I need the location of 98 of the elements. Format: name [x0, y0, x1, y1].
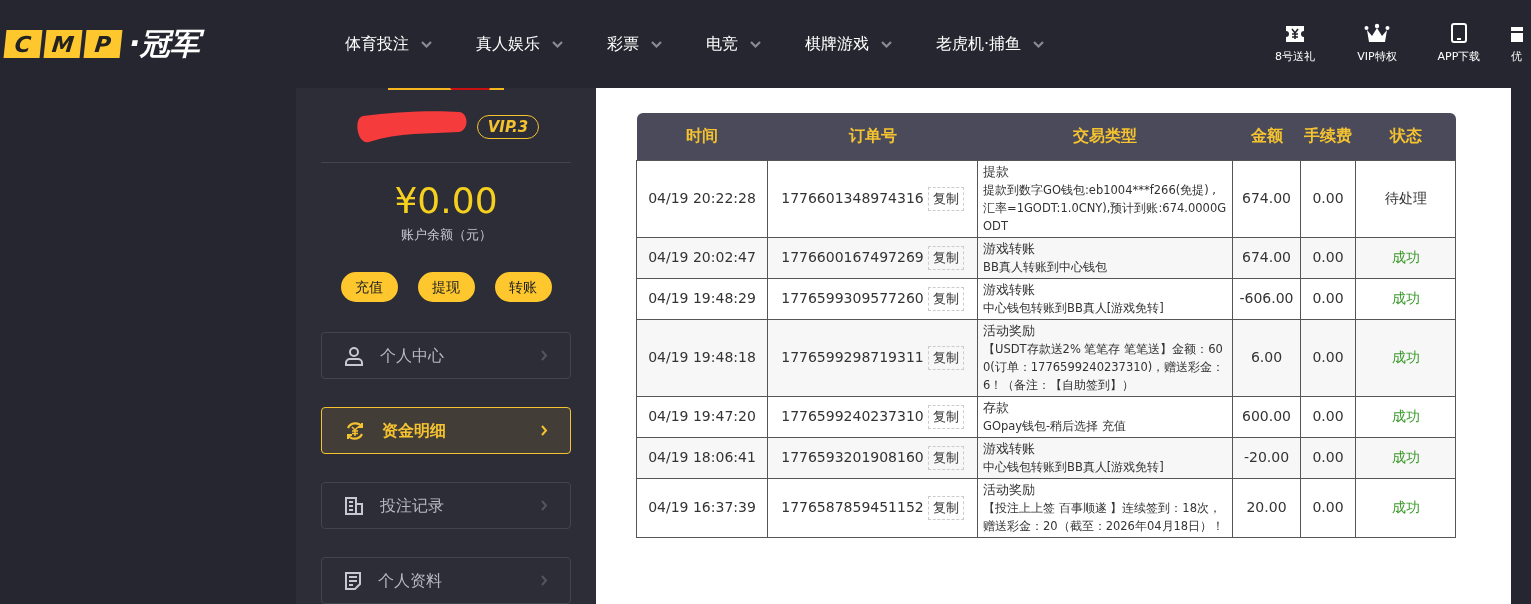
transaction-type: 活动奖励	[983, 321, 1036, 340]
status-text: 成功	[1391, 499, 1420, 515]
tablet-icon	[1451, 22, 1467, 43]
crown-icon	[1364, 22, 1390, 43]
transaction-detail: BB真人转账到中心钱包	[983, 258, 1108, 276]
order-number: 1776599298719311	[781, 348, 924, 367]
shortcut-link[interactable]: 优	[1511, 22, 1531, 66]
table-cell: 04/19 19:47:20	[636, 396, 768, 437]
table-cell: 04/19 16:37:39	[636, 478, 768, 537]
table-cell: 0.00	[1300, 237, 1356, 278]
order-number: 1776601348974316	[781, 189, 924, 208]
order-number: 1776593201908160	[781, 448, 924, 467]
status-text: 成功	[1391, 449, 1420, 465]
order-number: 1776587859451152	[781, 498, 924, 517]
yen-ticket-icon	[1285, 24, 1305, 43]
sidebar-menu-item[interactable]: 个人中心	[321, 332, 571, 379]
chevron-right-icon	[541, 350, 548, 361]
sidebar-menu-item[interactable]: 个人资料	[321, 557, 571, 604]
table-cell: 0.00	[1300, 396, 1356, 437]
balance-amount: ¥0.00	[394, 178, 498, 223]
caret-icon	[421, 40, 432, 48]
table-cell: 20.00	[1232, 478, 1301, 537]
table-cell: -20.00	[1232, 437, 1301, 478]
copy-button[interactable]: 复制	[927, 286, 964, 311]
transaction-type: 游戏转账	[983, 439, 1036, 458]
table-cell: 04/19 20:22:28	[636, 160, 768, 237]
caret-icon	[881, 40, 892, 48]
shortcut-link[interactable]: VIP特权	[1347, 22, 1407, 66]
table-cell: 04/19 19:48:18	[636, 319, 768, 396]
table-cell: 0.00	[1300, 319, 1356, 396]
caret-icon	[552, 40, 563, 48]
shortcut-link[interactable]: 8号送礼	[1265, 24, 1325, 66]
order-number: 1776600167497269	[781, 248, 924, 267]
table-cell: 04/19 19:48:29	[636, 278, 768, 319]
transaction-detail: 【USDT存款送2% 笔笔存 笔笔送】金额：600(订单：1776599240237310)，赠送彩金：6！（备注：【自助签到】）	[983, 340, 1226, 394]
nav-menu-item[interactable]: 棋牌游戏	[805, 32, 892, 56]
transaction-type: 游戏转账	[983, 239, 1036, 258]
nav-menu-item[interactable]: 老虎机·捕鱼	[936, 32, 1045, 56]
column-header: 手续费	[1300, 113, 1356, 160]
transaction-type: 存款	[983, 398, 1010, 417]
status-text: 成功	[1391, 249, 1420, 265]
transaction-detail: GOpay钱包-稍后选择 充值	[983, 417, 1127, 435]
order-number: 1776599309577260	[781, 289, 924, 308]
column-header: 订单号	[767, 113, 978, 160]
status-text: 成功	[1391, 349, 1420, 365]
table-cell: 0.00	[1300, 478, 1356, 537]
nav-menu-item[interactable]: 电竞	[706, 32, 761, 56]
table-cell: 6.00	[1232, 319, 1301, 396]
column-header: 时间	[636, 113, 768, 160]
table-cell: 674.00	[1232, 237, 1301, 278]
transaction-type: 提款	[983, 162, 1010, 181]
caret-icon	[651, 40, 662, 48]
nav-menu-item[interactable]: 真人娱乐	[476, 32, 563, 56]
document-icon	[344, 495, 364, 516]
caret-icon	[750, 40, 761, 48]
transaction-type: 活动奖励	[983, 480, 1036, 499]
copy-button[interactable]: 复制	[927, 186, 964, 211]
chevron-right-icon	[541, 500, 548, 511]
column-header: 金额	[1232, 113, 1301, 160]
yen-cycle-icon	[344, 419, 366, 442]
shortcut-link[interactable]: APP下载	[1429, 22, 1489, 66]
chevron-right-icon	[541, 425, 548, 436]
transaction-detail: 提款到数字GO钱包:eb1004***f266(免提) ,汇率=1GODT:1.0CNY),预计到账:674.0000GODT	[983, 181, 1227, 235]
copy-button[interactable]: 复制	[927, 445, 964, 470]
action-button[interactable]: 充值	[340, 272, 398, 302]
transaction-type: 游戏转账	[983, 280, 1036, 299]
caret-icon	[1033, 40, 1045, 48]
order-number: 1776599240237310	[781, 407, 924, 426]
status-text: 成功	[1391, 290, 1420, 306]
copy-button[interactable]: 复制	[927, 495, 964, 520]
transaction-detail: 中心钱包转账到BB真人[游戏免转]	[983, 458, 1165, 476]
action-button[interactable]: 转账	[494, 272, 552, 302]
column-header: 状态	[1355, 113, 1456, 160]
nav-menu-item[interactable]: 彩票	[607, 32, 662, 56]
copy-button[interactable]: 复制	[927, 345, 964, 370]
copy-button[interactable]: 复制	[927, 245, 964, 270]
status-text: 成功	[1391, 408, 1420, 424]
copy-button[interactable]: 复制	[927, 404, 964, 429]
table-cell: 04/19 20:02:47	[636, 237, 768, 278]
chevron-right-icon	[541, 575, 548, 586]
column-header: 交易类型	[977, 113, 1233, 160]
table-cell: 600.00	[1232, 396, 1301, 437]
user-icon	[344, 345, 364, 366]
sidebar-menu-item[interactable]: 投注记录	[321, 482, 571, 529]
status-text: 待处理	[1384, 190, 1427, 206]
table-cell: -606.00	[1232, 278, 1301, 319]
transaction-detail: 【投注上上签 百事顺遂 】连续签到：18次，赠送彩金：20（截至：2026年04月18日）！	[983, 499, 1226, 535]
balance-label: 账户余额（元）	[400, 225, 492, 244]
action-button[interactable]: 提现	[417, 272, 475, 302]
nav-menu-item[interactable]: 体育投注	[345, 32, 432, 56]
transaction-detail: 中心钱包转账到BB真人[游戏免转]	[983, 299, 1165, 317]
sidebar-menu-item[interactable]: 资金明细	[321, 407, 571, 454]
table-cell: 0.00	[1300, 160, 1356, 237]
table-cell: 04/19 18:06:41	[636, 437, 768, 478]
table-cell: 0.00	[1300, 437, 1356, 478]
notepad-icon	[344, 570, 362, 591]
table-cell: 674.00	[1232, 160, 1301, 237]
table-cell: 0.00	[1300, 278, 1356, 319]
